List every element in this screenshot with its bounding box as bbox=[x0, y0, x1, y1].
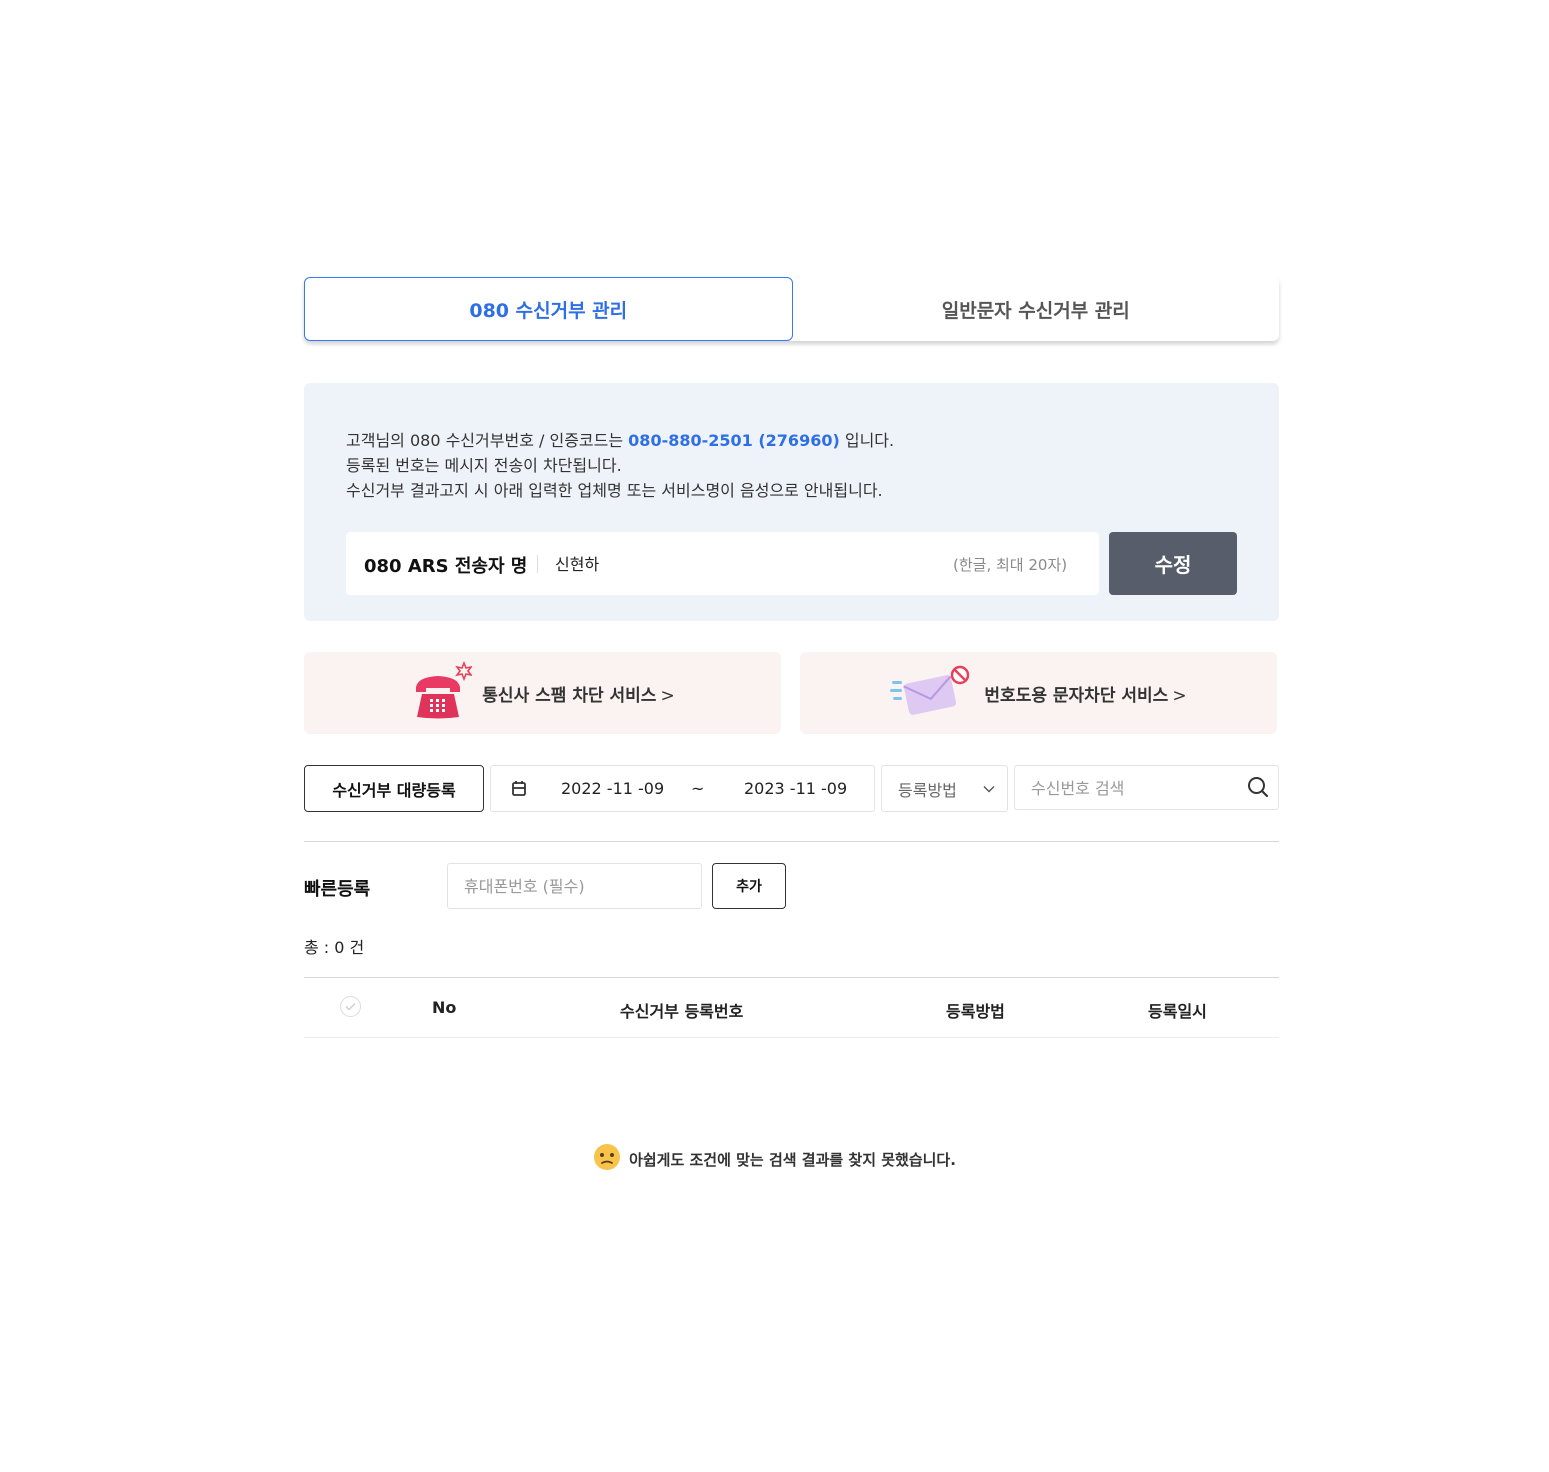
table-top-border bbox=[304, 977, 1279, 978]
field-divider bbox=[537, 555, 538, 573]
info-text: 고객님의 080 수신거부번호 / 인증코드는 080-880-2501 (27… bbox=[346, 428, 894, 503]
tab-080-reject[interactable]: 080 수신거부 관리 bbox=[304, 277, 793, 341]
add-button[interactable]: 추가 bbox=[712, 863, 786, 909]
info-line-3: 수신거부 결과고지 시 아래 입력한 업체명 또는 서비스명이 음성으로 안내됩… bbox=[346, 481, 883, 500]
info-line-2: 등록된 번호는 메시지 전송이 차단됩니다. bbox=[346, 456, 622, 475]
info-line-1-prefix: 고객님의 080 수신거부번호 / 인증코드는 bbox=[346, 431, 629, 450]
chevron-right-icon: > bbox=[1172, 685, 1187, 706]
search-input[interactable] bbox=[1031, 772, 1231, 804]
empty-state: 아쉽게도 조건에 맞는 검색 결과를 찾지 못했습니다. bbox=[0, 1143, 1549, 1175]
telephone-icon bbox=[410, 660, 474, 725]
date-from[interactable]: 2022 -11 -09 bbox=[561, 779, 664, 798]
ars-sender-input[interactable] bbox=[555, 543, 935, 583]
blocked-mail-icon bbox=[890, 665, 974, 721]
quick-register-label: 빠른등록 bbox=[304, 879, 371, 900]
edit-button[interactable]: 수정 bbox=[1109, 532, 1237, 595]
carrier-spam-block-label: 통신사 스팸 차단 서비스 > bbox=[482, 685, 675, 706]
phone-number-input[interactable] bbox=[447, 863, 702, 909]
ars-sender-label: 080 ARS 전송자 명 bbox=[364, 556, 528, 577]
number-theft-block-banner[interactable]: 번호도용 문자차단 서비스 > bbox=[800, 652, 1277, 734]
chevron-right-icon: > bbox=[660, 685, 675, 706]
date-separator: ~ bbox=[691, 779, 705, 798]
reject-number-code: 080-880-2501 (276960) bbox=[628, 431, 840, 450]
method-select-label: 등록방법 bbox=[898, 780, 957, 800]
column-header-no: No bbox=[432, 998, 457, 1017]
section-divider bbox=[304, 841, 1279, 842]
total-count: 총 : 0 건 bbox=[304, 938, 365, 957]
empty-message: 아쉽게도 조건에 맞는 검색 결과를 찾지 못했습니다. bbox=[629, 1150, 956, 1169]
column-header-date: 등록일시 bbox=[1148, 1002, 1207, 1021]
bulk-register-button[interactable]: 수신거부 대량등록 bbox=[304, 765, 484, 812]
sad-face-icon bbox=[593, 1143, 621, 1175]
tab-general-reject[interactable]: 일반문자 수신거부 관리 bbox=[793, 277, 1280, 341]
calendar-icon[interactable] bbox=[511, 780, 527, 801]
tab-bar: 080 수신거부 관리 일반문자 수신거부 관리 bbox=[304, 277, 1279, 341]
ars-sender-hint: (한글, 최대 20자) bbox=[953, 556, 1068, 574]
method-select[interactable]: 등록방법 bbox=[881, 765, 1008, 812]
carrier-spam-block-banner[interactable]: 통신사 스팸 차단 서비스 > bbox=[304, 652, 781, 734]
date-to[interactable]: 2023 -11 -09 bbox=[744, 779, 847, 798]
search-icon[interactable] bbox=[1247, 776, 1269, 802]
table-header-border bbox=[304, 1037, 1279, 1038]
info-line-1-suffix: 입니다. bbox=[839, 431, 895, 450]
chevron-down-icon bbox=[983, 785, 995, 792]
select-all-checkbox[interactable] bbox=[340, 996, 361, 1017]
column-header-number: 수신거부 등록번호 bbox=[620, 1002, 744, 1021]
info-line-1: 고객님의 080 수신거부번호 / 인증코드는 080-880-2501 (27… bbox=[346, 428, 894, 453]
column-header-method: 등록방법 bbox=[946, 1002, 1005, 1021]
check-icon bbox=[345, 1003, 356, 1011]
number-theft-block-label: 번호도용 문자차단 서비스 > bbox=[984, 685, 1187, 706]
